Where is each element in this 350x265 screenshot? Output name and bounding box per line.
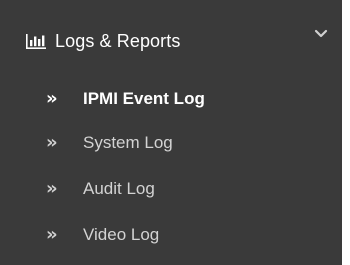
double-chevron-right-icon: » [46,132,58,153]
menu-item-audit-log[interactable]: » Audit Log [0,168,342,212]
chevron-down-icon[interactable] [314,28,328,40]
section-title: Logs & Reports [55,31,181,51]
double-chevron-right-icon: » [46,88,58,109]
menu-item-label: IPMI Event Log [83,89,205,108]
logs-reports-section-header[interactable]: Logs & Reports [0,0,342,82]
double-chevron-right-icon: » [46,178,58,199]
menu-item-label: System Log [83,133,173,152]
bar-chart-icon [26,34,46,49]
double-chevron-right-icon: » [46,224,58,245]
sidebar-panel: Logs & Reports » IPMI Event Log » System… [0,0,342,265]
menu-item-video-log[interactable]: » Video Log [0,214,342,258]
menu-item-system-log[interactable]: » System Log [0,122,342,166]
menu-item-ipmi-event-log[interactable]: » IPMI Event Log [0,78,342,122]
menu-item-label: Video Log [83,225,160,244]
menu-item-label: Audit Log [83,179,155,198]
